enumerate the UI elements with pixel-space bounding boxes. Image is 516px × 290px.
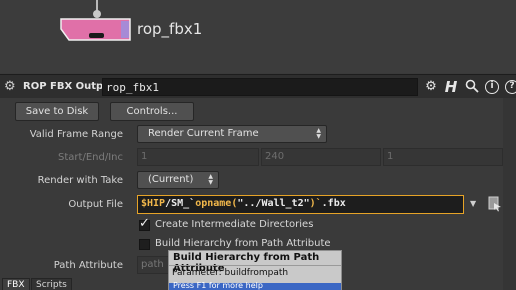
info-icon[interactable]: i	[485, 80, 499, 94]
render-with-take-dropdown[interactable]: (Current) ▲ ▼	[137, 171, 219, 189]
create-intermediate-dirs-label: Create Intermediate Directories	[155, 219, 314, 230]
tab-fbx[interactable]: FBX	[2, 278, 30, 290]
updown-arrows-icon: ▲ ▼	[208, 173, 213, 186]
output-file-var: $HIP	[141, 198, 166, 209]
tooltip-divider	[169, 265, 341, 266]
search-icon[interactable]	[464, 79, 480, 95]
output-file-menu-arrow-icon[interactable]: ▼	[470, 199, 476, 208]
houdini-h-icon[interactable]: H	[443, 79, 459, 95]
output-file-prefix: /SM_`	[165, 198, 196, 209]
checkmark-icon: ✓	[139, 216, 150, 231]
increment-field[interactable]: 1	[383, 148, 503, 166]
tab-scripts[interactable]: Scripts	[31, 278, 72, 290]
controls-button[interactable]: Controls...	[110, 102, 194, 121]
output-file-input[interactable]: $HIP/SM_`opname("../Wall_t2")`.fbx	[137, 195, 464, 214]
output-file-function-close: )`	[309, 198, 322, 209]
node-name-label: rop_fbx1	[137, 20, 203, 38]
render-with-take-value: (Current)	[148, 174, 194, 185]
save-to-disk-button[interactable]: Save to Disk	[15, 102, 99, 121]
tooltip-help-text: Press F1 for more help	[173, 281, 263, 290]
end-frame-field[interactable]: 240	[261, 148, 381, 166]
pane-scrollbar[interactable]	[503, 98, 516, 290]
tooltip-help-bar: Press F1 for more help	[169, 281, 341, 290]
render-with-take-label: Render with Take	[37, 175, 123, 186]
node-display-flag[interactable]	[121, 21, 129, 38]
output-file-extension: .fbx	[321, 198, 346, 209]
valid-frame-range-label: Valid Frame Range	[29, 129, 123, 140]
parameter-header: ⚙ ROP FBX Output rop_fbx1 ⚙ H i ?	[0, 74, 516, 98]
build-hierarchy-checkbox[interactable]	[139, 239, 150, 250]
gear-icon[interactable]: ⚙	[423, 79, 439, 95]
network-view[interactable]: rop_fbx1	[0, 0, 516, 73]
gear-icon[interactable]: ⚙	[4, 80, 18, 94]
tooltip-parameter: Parameter: buildfrompath	[172, 268, 289, 278]
path-attribute-label: Path Attribute	[53, 260, 123, 271]
start-end-inc-label: Start/End/Inc	[58, 152, 123, 163]
file-chooser-icon[interactable]	[488, 196, 502, 212]
node-type-badge	[89, 33, 104, 38]
start-frame-field[interactable]: 1	[137, 148, 259, 166]
valid-frame-range-value: Render Current Frame	[148, 128, 259, 139]
create-intermediate-dirs-checkbox[interactable]: ✓	[139, 216, 150, 231]
output-file-string: "../Wall_t2"	[237, 198, 310, 209]
build-hierarchy-label: Build Hierarchy from Path Attribute	[155, 238, 331, 249]
parameter-pane: Save to Disk Controls... Valid Frame Ran…	[0, 98, 516, 290]
valid-frame-range-dropdown[interactable]: Render Current Frame ▲ ▼	[137, 125, 327, 143]
node-name-input[interactable]: rop_fbx1	[102, 78, 418, 96]
output-file-label: Output File	[68, 199, 123, 210]
help-icon[interactable]: ?	[505, 80, 516, 94]
parameter-tooltip: Build Hierarchy from Path Attribute Para…	[168, 250, 342, 290]
updown-arrows-icon: ▲ ▼	[316, 127, 321, 140]
output-file-function: opname(	[195, 198, 238, 209]
